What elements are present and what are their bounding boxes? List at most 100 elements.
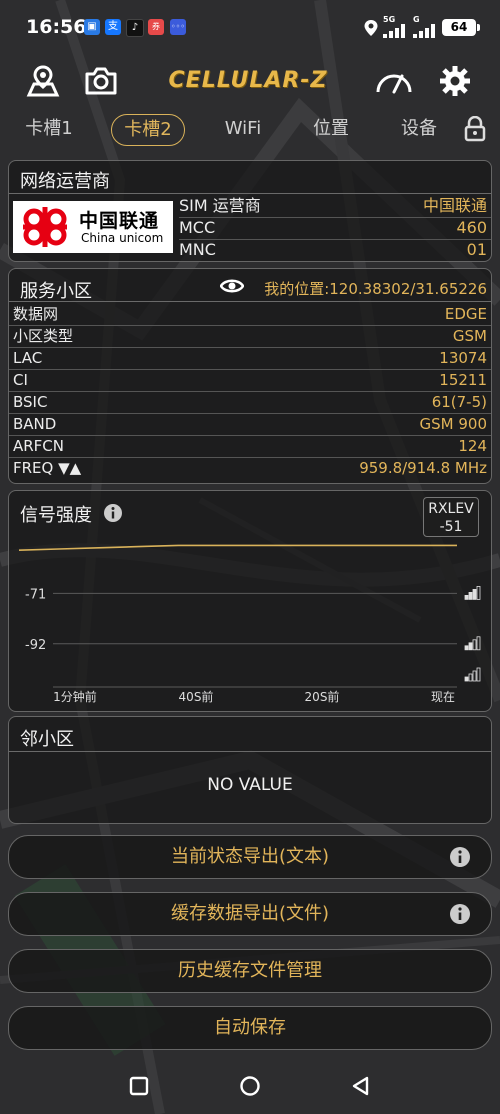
row-value: 01 <box>466 240 487 259</box>
cell-info-row: BSIC 61(7-5) <box>9 391 491 413</box>
my-position-text: 我的位置:120.38302/31.65226 <box>264 280 487 298</box>
info-icon[interactable] <box>103 503 123 523</box>
row-key: ARFCN <box>13 437 65 455</box>
rxlev-value: -51 <box>439 519 463 535</box>
row-value: 460 <box>456 218 487 237</box>
row-value: 13074 <box>439 349 487 367</box>
tab-wifi[interactable]: WiFi <box>210 114 276 144</box>
neighbor-cells-card: 邻小区 NO VALUE <box>8 716 492 824</box>
operator-row: MNC 01 <box>179 239 491 261</box>
row-key: CI <box>13 371 28 389</box>
carrier-logo-text-en: China unicom <box>81 231 164 245</box>
battery-icon: 64 <box>442 19 480 36</box>
cell-info-row: 小区类型 GSM <box>9 325 491 347</box>
recent-apps-icon[interactable] <box>128 1075 150 1097</box>
row-value: 959.8/914.8 MHz <box>359 459 487 477</box>
status-bar: 16:56 ▣ 支 ♪ 券 ◦◦◦ 5G G 64 <box>0 0 500 58</box>
serving-cell-title: 服务小区 <box>20 281 92 302</box>
operator-card-title: 网络运营商 <box>20 171 110 192</box>
signal-series-line <box>18 544 457 551</box>
rxlev-label: RXLEV <box>428 501 474 517</box>
row-value: EDGE <box>444 305 487 323</box>
back-icon[interactable] <box>350 1075 372 1097</box>
notification-app-icon: ▣ <box>84 19 100 35</box>
signal-bars-icon <box>383 24 405 38</box>
row-value: 124 <box>458 437 487 455</box>
row-key: 小区类型 <box>13 327 74 345</box>
operator-row: SIM 运营商 中国联通 <box>179 195 491 217</box>
signal-bars-icon-2 <box>413 24 435 38</box>
row-value: 15211 <box>439 371 487 389</box>
auto-save-button[interactable]: 自动保存 <box>8 1006 492 1050</box>
camera-icon[interactable] <box>84 64 118 98</box>
serving-cell-card: 服务小区 我的位置:120.38302/31.65226 数据网 EDGE 小区类型… <box>8 268 492 484</box>
cell-info-row: LAC 13074 <box>9 347 491 369</box>
unicom-knot-icon <box>23 207 67 247</box>
signal-card-title: 信号强度 <box>20 505 92 526</box>
row-key: SIM 运营商 <box>179 196 261 215</box>
info-icon[interactable] <box>449 846 471 868</box>
alipay-icon: 支 <box>105 19 121 35</box>
export-status-text-button[interactable]: 当前状态导出(文本) <box>8 835 492 879</box>
carrier-logo-text-cn: 中国联通 <box>79 210 160 232</box>
signal-level-icon <box>464 667 481 682</box>
shopping-app-icon: 券 <box>148 19 164 35</box>
operator-card: 网络运营商 中国联通 China unicom SIM 运营商 中国联通 MCC… <box>8 160 492 262</box>
row-key: MCC <box>179 218 216 237</box>
export-cache-file-button[interactable]: 缓存数据导出(文件) <box>8 892 492 936</box>
cell-info-row: ARFCN 124 <box>9 435 491 457</box>
divider <box>9 751 491 752</box>
network-g-label: G <box>413 15 420 24</box>
home-icon[interactable] <box>239 1075 261 1097</box>
button-label: 历史缓存文件管理 <box>178 960 322 981</box>
system-nav-bar <box>0 1058 500 1114</box>
x-tick-label: 20S前 <box>305 689 340 704</box>
map-pin-icon[interactable] <box>26 64 60 98</box>
row-value: GSM <box>452 327 487 345</box>
location-icon <box>364 20 378 36</box>
signal-level-icon <box>464 586 481 600</box>
lock-icon[interactable] <box>464 116 486 142</box>
network-5g-label: 5G <box>383 15 396 24</box>
row-key: BAND <box>13 415 57 433</box>
row-key: MNC <box>179 240 216 259</box>
button-label: 自动保存 <box>214 1017 286 1038</box>
x-tick-label: 现在 <box>431 690 455 704</box>
row-key: FREQ ▼▲ <box>13 459 82 477</box>
status-clock: 16:56 <box>26 16 87 38</box>
rxlev-readout: RXLEV -51 <box>423 497 479 537</box>
history-cache-manage-button[interactable]: 历史缓存文件管理 <box>8 949 492 993</box>
no-value-text: NO VALUE <box>207 775 293 795</box>
toolbar: CELLULAR-Z <box>0 58 500 104</box>
button-label: 缓存数据导出(文件) <box>170 903 330 924</box>
tab-device[interactable]: 设备 <box>386 114 452 144</box>
tiktok-icon: ♪ <box>126 19 144 37</box>
y-tick-label: -92 <box>25 638 46 653</box>
row-key: LAC <box>13 349 43 367</box>
row-key: 数据网 <box>13 305 59 323</box>
gear-icon[interactable] <box>438 64 472 98</box>
cell-info-row: FREQ ▼▲ 959.8/914.8 MHz <box>9 457 491 479</box>
row-value: 中国联通 <box>422 196 487 215</box>
divider <box>9 193 491 194</box>
tab-sim2[interactable]: 卡槽2 <box>111 114 185 146</box>
row-value: 61(7-5) <box>431 393 487 411</box>
operator-row: MCC 460 <box>179 217 491 239</box>
row-value: GSM 900 <box>419 415 488 433</box>
eye-icon[interactable] <box>220 277 244 295</box>
cell-info-row: BAND GSM 900 <box>9 413 491 435</box>
row-key: BSIC <box>13 393 48 411</box>
signal-level-icon <box>464 636 481 651</box>
app-notification-icon: ◦◦◦ <box>170 19 186 35</box>
speed-gauge-icon[interactable] <box>374 64 414 98</box>
x-tick-label: 40S前 <box>179 689 214 704</box>
tab-sim1[interactable]: 卡槽1 <box>14 114 84 144</box>
info-icon[interactable] <box>449 903 471 925</box>
cell-info-row: CI 15211 <box>9 369 491 391</box>
x-tick-label: 1分钟前 <box>53 689 97 704</box>
button-label: 当前状态导出(文本) <box>170 846 330 867</box>
tab-location[interactable]: 位置 <box>298 114 364 144</box>
y-tick-label: -71 <box>25 587 46 602</box>
neighbor-cells-title: 邻小区 <box>20 729 74 750</box>
cell-info-row: 数据网 EDGE <box>9 303 491 325</box>
